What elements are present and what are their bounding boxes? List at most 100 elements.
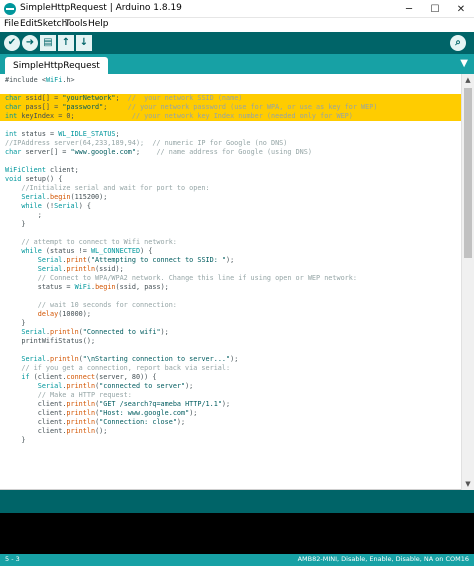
- open-sketch-icon[interactable]: ↑: [58, 35, 74, 51]
- code-text: ();: [95, 427, 108, 435]
- code-string: "Connection: close": [99, 418, 177, 426]
- code-area[interactable]: #include <WiFi.h> char ssid[] = "yourNetw…: [0, 74, 461, 490]
- code-line[interactable]: while (!Serial) {: [0, 202, 461, 211]
- code-line[interactable]: // if you get a connection, report back …: [0, 364, 461, 373]
- menu-sketch[interactable]: Sketch: [37, 19, 67, 29]
- serial-monitor-icon[interactable]: ⌕: [450, 35, 466, 51]
- code-line[interactable]: }: [0, 319, 461, 328]
- code-identifier: setup: [25, 175, 46, 183]
- code-identifier: client: [37, 409, 63, 417]
- code-text: );: [189, 409, 198, 417]
- code-line[interactable]: //IPAddress server(64,233,189,94); // nu…: [0, 139, 461, 148]
- code-keyword: int: [5, 112, 18, 120]
- code-line[interactable]: [0, 292, 461, 301]
- code-line[interactable]: }: [0, 220, 461, 229]
- code-line[interactable]: char ssid[] = "yourNetwork"; // your net…: [0, 94, 461, 103]
- code-line[interactable]: Serial.print("Attempting to connect to S…: [0, 256, 461, 265]
- code-line[interactable]: //Initialize serial and wait for port to…: [0, 184, 461, 193]
- message-area: [0, 490, 474, 513]
- code-line[interactable]: char pass[] = "password"; // your networ…: [0, 103, 461, 112]
- maximize-button[interactable]: ☐: [422, 0, 448, 18]
- code-function: begin: [50, 193, 71, 201]
- code-keyword: WL_CONNECTED: [90, 247, 141, 255]
- code-line[interactable]: delay(10000);: [0, 310, 461, 319]
- code-line[interactable]: // Make a HTTP request:: [0, 391, 461, 400]
- upload-icon[interactable]: ➜: [22, 35, 38, 51]
- code-line[interactable]: [0, 229, 461, 238]
- code-line[interactable]: ;: [0, 211, 461, 220]
- code-line[interactable]: // Connect to WPA/WPA2 network. Change t…: [0, 274, 461, 283]
- code-line[interactable]: if (client.connect(server, 80)) {: [0, 373, 461, 382]
- menu-edit[interactable]: Edit: [20, 19, 37, 29]
- menu-file[interactable]: File: [4, 19, 19, 29]
- code-line[interactable]: [0, 85, 461, 94]
- code-text: ;: [115, 94, 128, 102]
- code-line[interactable]: Serial.println("Connected to wifi");: [0, 328, 461, 337]
- code-text: , 80)) {: [123, 373, 157, 381]
- verify-icon[interactable]: ✔: [4, 35, 20, 51]
- new-sketch-icon[interactable]: ▤: [40, 35, 56, 51]
- code-line[interactable]: #include <WiFi.h>: [0, 76, 461, 85]
- code-keyword: char: [5, 94, 22, 102]
- code-line[interactable]: void setup() {: [0, 175, 461, 184]
- code-line[interactable]: [0, 121, 461, 130]
- code-text: [] =: [41, 103, 63, 111]
- code-line[interactable]: while (status != WL_CONNECTED) {: [0, 247, 461, 256]
- code-line[interactable]: Serial.begin(115200);: [0, 193, 461, 202]
- status-bar: 5 - 3 AMB82-MINI, Disable, Enable, Disab…: [0, 554, 474, 566]
- code-line[interactable]: WiFiClient client;: [0, 166, 461, 175]
- code-line[interactable]: Serial.println("connected to server");: [0, 382, 461, 391]
- code-line[interactable]: int status = WL_IDLE_STATUS;: [0, 130, 461, 139]
- code-function: connect: [66, 373, 96, 381]
- code-text: }: [5, 436, 26, 444]
- code-line[interactable]: }: [0, 436, 461, 445]
- code-line[interactable]: client.println("Connection: close");: [0, 418, 461, 427]
- code-keyword: char: [5, 103, 22, 111]
- code-identifier: client: [37, 427, 63, 435]
- tab-simplehttprequest[interactable]: SimpleHttpRequest: [5, 57, 108, 74]
- code-identifier: client: [37, 418, 63, 426]
- code-line[interactable]: Serial.println("\nStarting connection to…: [0, 355, 461, 364]
- code-line[interactable]: client.println("GET /search?q=ameba HTTP…: [0, 400, 461, 409]
- code-line[interactable]: // attempt to connect to Wifi network:: [0, 238, 461, 247]
- code-line[interactable]: // wait 10 seconds for connection:: [0, 301, 461, 310]
- code-line[interactable]: client.println("Host: www.google.com");: [0, 409, 461, 418]
- code-function: println: [50, 328, 79, 336]
- code-line[interactable]: [0, 346, 461, 355]
- console-output[interactable]: [0, 513, 474, 554]
- vertical-scrollbar[interactable]: ▲ ▼: [461, 74, 474, 490]
- menu-help[interactable]: Help: [88, 19, 109, 29]
- scroll-down-arrow-icon[interactable]: ▼: [462, 478, 474, 490]
- code-line[interactable]: status = WiFi.begin(ssid, pass);: [0, 283, 461, 292]
- title-bar: SimpleHttpRequest | Arduino 1.8.19 ─ ☐ ✕: [0, 0, 474, 18]
- code-line[interactable]: char server[] = "www.google.com"; // nam…: [0, 148, 461, 157]
- code-string: "GET /search?q=ameba HTTP/1.1": [99, 400, 222, 408]
- code-line[interactable]: client.println();: [0, 427, 461, 436]
- code-identifier: printWifiStatus: [21, 337, 83, 345]
- menu-tools[interactable]: Tools: [65, 19, 87, 29]
- code-line[interactable]: int keyIndex = 0; // your network key In…: [0, 112, 461, 121]
- close-button[interactable]: ✕: [448, 0, 474, 18]
- code-text: ;: [135, 148, 157, 156]
- code-line[interactable]: printWifiStatus();: [0, 337, 461, 346]
- code-text: ;: [115, 130, 120, 138]
- code-text: ;: [103, 103, 128, 111]
- code-editor[interactable]: #include <WiFi.h> char ssid[] = "yourNetw…: [0, 74, 474, 490]
- save-sketch-icon[interactable]: ↓: [76, 35, 92, 51]
- scrollbar-thumb[interactable]: [464, 88, 472, 258]
- code-line[interactable]: [0, 157, 461, 166]
- tab-menu-arrow-icon[interactable]: ▼: [460, 58, 468, 69]
- code-text: ;: [5, 211, 42, 219]
- code-line[interactable]: Serial.println(ssid);: [0, 265, 461, 274]
- scroll-up-arrow-icon[interactable]: ▲: [462, 74, 474, 86]
- window-title: SimpleHttpRequest | Arduino 1.8.19: [20, 3, 182, 13]
- minimize-button[interactable]: ─: [396, 0, 422, 18]
